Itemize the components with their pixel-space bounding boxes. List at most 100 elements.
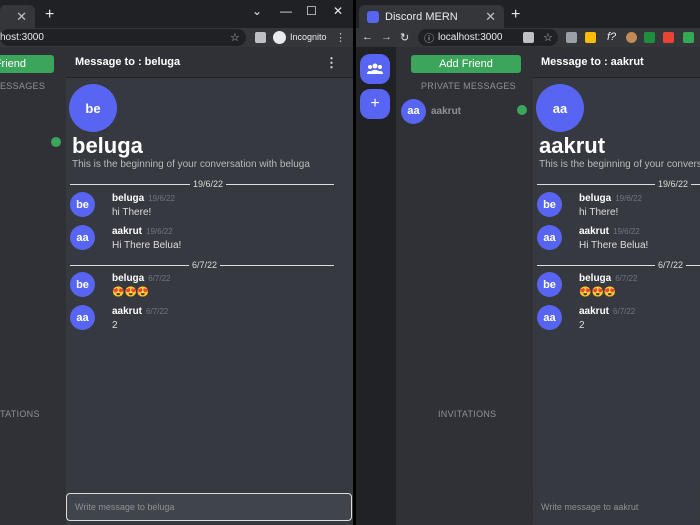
- message-text: hi There!: [579, 207, 619, 218]
- bookmark-star-icon[interactable]: ☆: [543, 31, 553, 44]
- recipient-name: aakrut: [539, 133, 606, 158]
- add-friend-button[interactable]: Add Friend: [411, 55, 521, 73]
- browser-tab[interactable]: ✕: [0, 5, 35, 28]
- dm-item-aakrut[interactable]: aa aakrut: [401, 98, 529, 124]
- friends-icon[interactable]: [360, 54, 390, 84]
- forward-arrow-icon[interactable]: →: [381, 31, 392, 43]
- chat-header-title: Message to : beluga: [75, 56, 181, 68]
- right-browser-window: Discord MERN ✕ + ← → ↻ ⓘ localhost:3000 …: [356, 0, 700, 525]
- author-name: beluga: [112, 193, 145, 204]
- tab-title: Discord MERN: [385, 10, 458, 23]
- share-icon[interactable]: [523, 32, 534, 43]
- browser-toolbar: ← → ↻ ⓘ localhost:3000 ☆ f?: [356, 28, 700, 47]
- address-bar[interactable]: host:3000: [0, 29, 246, 46]
- message-input[interactable]: [533, 502, 700, 512]
- extension-pen-icon[interactable]: [585, 32, 596, 43]
- message-item: be beluga 6/7/22 😍😍😍: [537, 272, 697, 302]
- add-friend-label: Add Friend: [439, 58, 493, 70]
- extension-red-icon[interactable]: [663, 32, 674, 43]
- recipient-name: beluga: [72, 133, 143, 158]
- message-author: beluga 19/6/22: [112, 193, 175, 204]
- bookmark-star-icon[interactable]: ☆: [230, 31, 240, 44]
- conversation-start-text: This is the beginning of your conversati…: [72, 159, 310, 170]
- more-options-icon[interactable]: ⋮: [325, 55, 338, 71]
- date-label: 6/7/22: [189, 260, 221, 270]
- message-text: 2: [112, 320, 118, 331]
- address-text: localhost:3000: [438, 32, 503, 43]
- message-author: aakrut 19/6/22: [112, 226, 173, 237]
- extension-fx-icon[interactable]: f?: [607, 31, 616, 43]
- message-item: aa aakrut 19/6/22 Hi There Belua!: [70, 225, 330, 255]
- message-item: aa aakrut 19/6/22 Hi There Belua!: [537, 225, 697, 255]
- message-time: 6/7/22: [148, 274, 171, 283]
- message-item: be beluga 19/6/22 hi There!: [537, 192, 697, 222]
- message-time: 6/7/22: [613, 307, 636, 316]
- site-info-icon[interactable]: ⓘ: [424, 30, 434, 45]
- new-tab-icon[interactable]: +: [45, 6, 54, 24]
- add-server-button[interactable]: +: [360, 89, 390, 119]
- chat-header-title: Message to : aakrut: [541, 56, 644, 68]
- left-browser-window: ✕ + ⌄ — ☐ ✕ host:3000 ☆ Incognito ⋮ Frie…: [0, 0, 354, 525]
- minimize-icon[interactable]: —: [280, 4, 292, 18]
- conversation-start-text: This is the beginning of your conversati…: [539, 159, 700, 170]
- author-name: beluga: [579, 193, 612, 204]
- message-avatar: aa: [537, 225, 562, 250]
- message-text: 2: [579, 320, 585, 331]
- private-messages-label: ESSAGES: [0, 81, 46, 91]
- message-composer[interactable]: [66, 493, 352, 521]
- author-name: aakrut: [112, 306, 143, 317]
- message-author: aakrut 6/7/22: [579, 306, 635, 317]
- message-text: Hi There Belua!: [579, 240, 649, 251]
- close-tab-icon[interactable]: ✕: [485, 9, 496, 25]
- close-tab-icon[interactable]: ✕: [16, 9, 27, 25]
- extension-grammarly-icon[interactable]: [683, 32, 694, 43]
- sidebar: Friend ESSAGES TATIONS: [0, 47, 66, 525]
- author-name: aakrut: [579, 306, 610, 317]
- reload-icon[interactable]: ↻: [400, 31, 409, 44]
- chat-main: Message to : beluga ⋮ be beluga This is …: [51, 47, 354, 525]
- message-text: hi There!: [112, 207, 152, 218]
- message-author: aakrut 19/6/22: [579, 226, 640, 237]
- maximize-icon[interactable]: ☐: [306, 4, 317, 18]
- message-input[interactable]: [67, 502, 351, 512]
- address-bar[interactable]: ⓘ localhost:3000: [418, 29, 558, 46]
- message-composer[interactable]: [533, 493, 700, 521]
- add-friend-button[interactable]: Friend: [0, 55, 54, 73]
- date-label: 19/6/22: [190, 179, 227, 189]
- recipient-avatar: be: [69, 84, 117, 132]
- address-text: host:3000: [0, 32, 44, 43]
- message-author: beluga 6/7/22: [579, 273, 637, 284]
- author-name: aakrut: [112, 226, 143, 237]
- message-time: 19/6/22: [148, 194, 175, 203]
- server-rail: +: [356, 47, 396, 525]
- message-author: beluga 19/6/22: [579, 193, 642, 204]
- sidepanel-icon[interactable]: [255, 32, 266, 43]
- new-tab-icon[interactable]: +: [511, 6, 520, 24]
- author-name: aakrut: [579, 226, 610, 237]
- browser-menu-icon[interactable]: ⋮: [335, 31, 346, 44]
- message-time: 19/6/22: [613, 227, 640, 236]
- tab-search-icon[interactable]: ⌄: [252, 4, 262, 18]
- extension-green-icon[interactable]: [644, 32, 655, 43]
- message-time: 19/6/22: [146, 227, 173, 236]
- back-arrow-icon[interactable]: ←: [362, 31, 373, 43]
- browser-tab[interactable]: Discord MERN ✕: [359, 5, 504, 28]
- message-item: be beluga 19/6/22 hi There!: [70, 192, 330, 222]
- extension-face-icon[interactable]: [626, 32, 637, 43]
- online-indicator: [517, 105, 527, 115]
- extension-v-icon[interactable]: [566, 32, 577, 43]
- incognito-label: Incognito: [290, 32, 327, 42]
- sidebar: Add Friend PRIVATE MESSAGES aa aakrut IN…: [396, 47, 533, 525]
- message-avatar: aa: [70, 225, 95, 250]
- incognito-icon: [273, 31, 286, 44]
- message-time: 6/7/22: [615, 274, 638, 283]
- message-time: 6/7/22: [146, 307, 169, 316]
- dm-name: aakrut: [431, 105, 462, 117]
- dm-avatar: aa: [401, 98, 426, 124]
- invitations-label: INVITATIONS: [438, 409, 497, 419]
- message-author: beluga 6/7/22: [112, 273, 170, 284]
- private-messages-label: PRIVATE MESSAGES: [421, 81, 516, 91]
- discord-favicon-icon: [367, 10, 379, 23]
- close-window-icon[interactable]: ✕: [333, 4, 343, 18]
- message-avatar: be: [537, 192, 562, 217]
